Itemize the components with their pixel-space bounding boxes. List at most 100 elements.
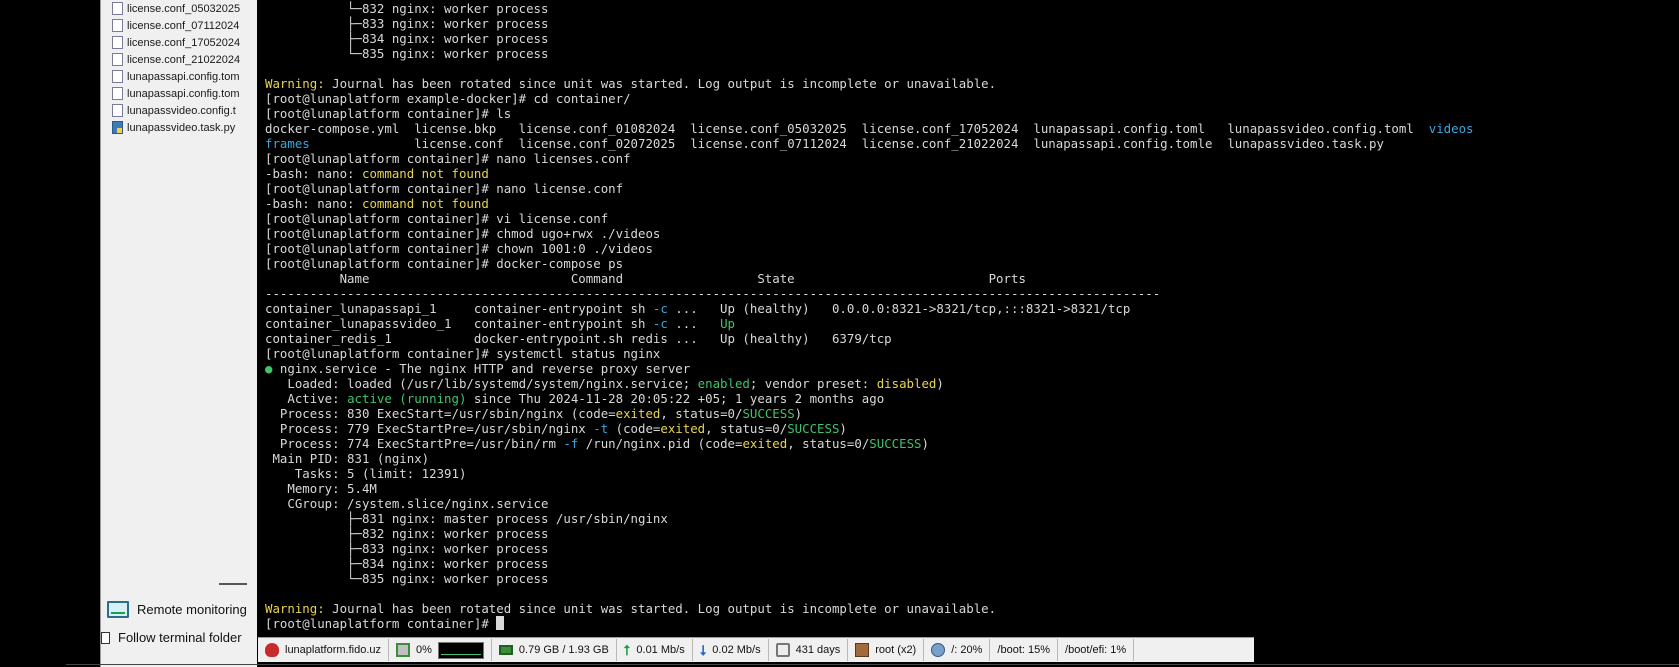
redhat-icon <box>265 643 279 657</box>
terminal-line: [root@lunaplatform container]# chmod ugo… <box>265 226 660 241</box>
terminal-text: Process: 830 ExecStart=/usr/sbin/nginx (… <box>265 406 616 421</box>
file-name: license.conf_21022024 <box>127 54 241 66</box>
terminal-line: Warning: Journal has been rotated since … <box>265 601 996 616</box>
file-item[interactable]: lunapassapi.config.tom <box>112 86 240 102</box>
terminal-text: (code= <box>608 421 661 436</box>
download-segment[interactable]: ⭣ 0.02 Mb/s <box>693 639 769 661</box>
terminal-text: Name Command State Ports <box>265 271 1026 286</box>
file-item[interactable]: license.conf_05032025 <box>112 1 240 17</box>
terminal-line: docker-compose.yml license.bkp license.c… <box>265 121 1474 136</box>
follow-terminal-folder-checkbox[interactable] <box>101 631 110 644</box>
terminal-text: [root@lunaplatform container]# chown 100… <box>265 241 653 256</box>
file-name: lunapassvideo.config.t <box>127 105 236 117</box>
terminal-line: CGroup: /system.slice/nginx.service <box>265 496 548 511</box>
file-browser-panel: license.conf_05032025 license.conf_071120… <box>100 0 257 667</box>
terminal-text: -c <box>652 301 668 316</box>
disk-boot-segment[interactable]: /boot: 15% <box>990 639 1059 661</box>
terminal-text: Warning: <box>265 76 325 91</box>
terminal-text: [root@lunaplatform container]# ls <box>265 106 512 121</box>
terminal-text: [root@lunaplatform container]# <box>265 616 497 631</box>
terminal-text: ----------------------------------------… <box>265 286 1161 301</box>
terminal-line: [root@lunaplatform container]# nano lice… <box>265 181 623 196</box>
disk-boot-usage: /boot: 15% <box>997 644 1051 656</box>
terminal-text: container_lunapassapi_1 container-entryp… <box>265 301 653 316</box>
file-icon <box>112 36 123 49</box>
clock-icon <box>775 643 790 657</box>
terminal-line: Name Command State Ports <box>265 271 1026 286</box>
disk-root-usage: /: 20% <box>951 644 983 656</box>
memory-segment[interactable]: 0.79 GB / 1.93 GB <box>492 639 617 661</box>
terminal-text: CGroup: /system.slice/nginx.service <box>265 496 549 511</box>
terminal-text: └─835 nginx: worker process <box>265 571 549 586</box>
terminal-text: ) <box>839 421 847 436</box>
terminal-text: ... Up (healthy) 0.0.0.0:8321->8321/tcp,… <box>667 301 1131 316</box>
memory-icon <box>498 645 513 655</box>
terminal-text: command not found <box>361 196 489 211</box>
terminal-line: Process: 779 ExecStartPre=/usr/sbin/ngin… <box>265 421 847 436</box>
disk-boot-efi-segment[interactable]: /boot/efi: 1% <box>1058 639 1135 661</box>
terminal-text: Process: 774 ExecStartPre=/usr/bin/rm <box>265 436 564 451</box>
terminal-text: [root@lunaplatform container]# nano lice… <box>265 181 624 196</box>
terminal-line: [root@lunaplatform example-docker]# cd c… <box>265 91 631 106</box>
user-segment[interactable]: root (x2) <box>848 639 925 661</box>
terminal-text: Tasks: 5 (limit: 12391) <box>265 466 467 481</box>
terminal-line: [root@lunaplatform container]# <box>265 616 505 631</box>
terminal-text: ... <box>667 316 721 331</box>
terminal-text: license.conf license.conf_02072025 licen… <box>309 136 1384 151</box>
terminal-text: [root@lunaplatform container]# chmod ugo… <box>265 226 661 241</box>
file-item[interactable]: lunapassvideo.task.py <box>112 120 236 136</box>
download-arrow-icon: ⭣ <box>699 642 707 658</box>
terminal-text: since Thu 2024-11-28 20:05:22 +05; 1 yea… <box>466 391 885 406</box>
terminal-text: active (running) <box>347 391 467 406</box>
follow-terminal-folder-option[interactable]: Follow terminal folder <box>101 630 242 645</box>
user-label: root (x2) <box>875 644 917 656</box>
remote-monitoring-button[interactable]: Remote monitoring <box>107 598 247 620</box>
terminal-line: ├─833 nginx: worker process <box>265 16 548 31</box>
file-icon <box>112 2 123 15</box>
file-icon <box>112 19 123 32</box>
terminal-text: ) <box>936 376 944 391</box>
terminal-text: Active: <box>265 391 348 406</box>
terminal-text: disabled <box>876 376 937 391</box>
cpu-graph <box>437 641 484 659</box>
terminal-line: [root@lunaplatform container]# vi licens… <box>265 211 608 226</box>
cpu-segment[interactable]: 0% <box>389 639 492 661</box>
terminal-text: container_redis_1 docker-entrypoint.sh r… <box>265 331 892 346</box>
terminal-text: Main PID: 831 (nginx) <box>265 451 430 466</box>
terminal-line: Memory: 5.4M <box>265 481 377 496</box>
terminal-text: , status=0/ <box>787 436 870 451</box>
terminal-output[interactable]: └─832 nginx: worker process ├─833 nginx:… <box>258 0 1679 637</box>
cpu-usage: 0% <box>416 644 432 656</box>
uptime-segment[interactable]: 431 days <box>769 639 849 661</box>
panel-splitter-handle[interactable] <box>219 583 247 585</box>
terminal-line: [root@lunaplatform container]# ls <box>265 106 511 121</box>
disk-root-segment[interactable]: /: 20% <box>924 639 991 661</box>
file-name: lunapassapi.config.tom <box>127 88 240 100</box>
terminal-text: Loaded: loaded (/usr/lib/systemd/system/… <box>265 376 698 391</box>
left-sidebar: license.conf_05032025 license.conf_071120… <box>0 0 257 667</box>
terminal-text: -f <box>563 436 579 451</box>
file-name: lunapassvideo.task.py <box>127 122 236 134</box>
terminal-text: -c <box>652 316 668 331</box>
terminal-text: ) <box>921 436 929 451</box>
terminal-line: Process: 774 ExecStartPre=/usr/bin/rm -f… <box>265 436 929 451</box>
disk-boot-efi-usage: /boot/efi: 1% <box>1065 644 1127 656</box>
file-item[interactable]: lunapassvideo.config.t <box>112 103 236 119</box>
terminal-line: -bash: nano: command not found <box>265 196 489 211</box>
file-item[interactable]: license.conf_21022024 <box>112 52 241 68</box>
file-item[interactable]: lunapassapi.config.tom <box>112 69 240 85</box>
host-segment[interactable]: lunaplatform.fido.uz <box>258 639 389 661</box>
file-item[interactable]: license.conf_17052024 <box>112 35 240 51</box>
host-label: lunaplatform.fido.uz <box>285 644 381 656</box>
file-icon <box>112 104 123 117</box>
terminal-line: └─835 nginx: worker process <box>265 571 548 586</box>
upload-segment[interactable]: ⭡ 0.01 Mb/s <box>617 639 693 661</box>
terminal-text: ├─831 nginx: master process /usr/sbin/ng… <box>265 511 668 526</box>
terminal-text: Journal has been rotated since unit was … <box>324 76 997 91</box>
terminal-text: [root@lunaplatform container]# nano lice… <box>265 151 631 166</box>
terminal-line: container_redis_1 docker-entrypoint.sh r… <box>265 331 892 346</box>
file-name: lunapassapi.config.tom <box>127 71 240 83</box>
file-item[interactable]: license.conf_07112024 <box>112 18 239 34</box>
terminal-line: ├─832 nginx: worker process <box>265 526 548 541</box>
terminal-line: ├─834 nginx: worker process <box>265 556 548 571</box>
